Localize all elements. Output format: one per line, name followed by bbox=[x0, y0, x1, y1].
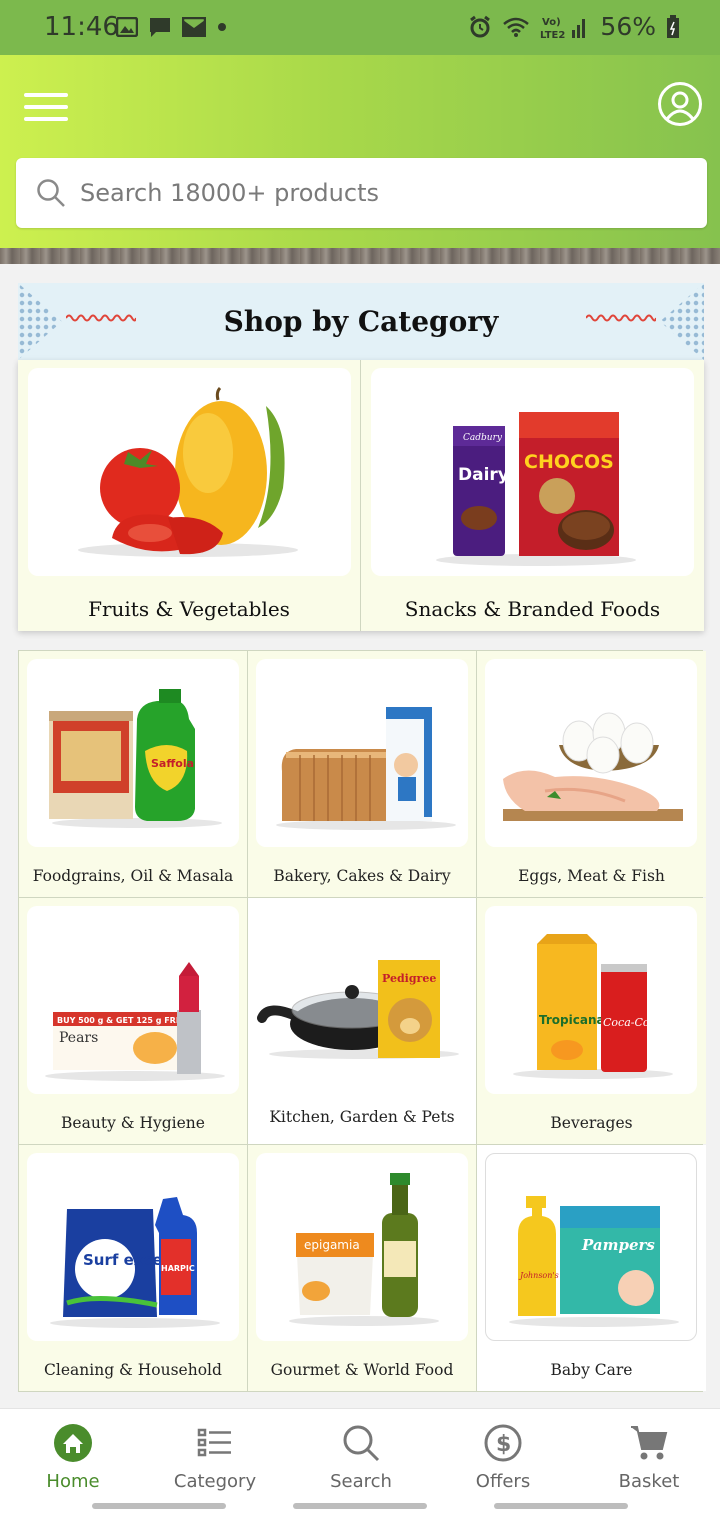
coca-cola-text: Coca-Cola bbox=[603, 1016, 660, 1029]
surf-text: Surf excel bbox=[83, 1251, 168, 1269]
wifi-icon bbox=[503, 17, 530, 37]
app-screen: 11:46 Vo)LTE2 56% Shop b bbox=[0, 0, 720, 1520]
pampers-text: Pampers bbox=[581, 1236, 655, 1254]
gesture-bar-right bbox=[494, 1503, 628, 1509]
beauty-image: BUY 500 g & GET 125 g FREE Pears bbox=[27, 906, 239, 1094]
category-label: Beauty & Hygiene bbox=[61, 1114, 205, 1132]
status-time: 11:46 bbox=[44, 12, 119, 42]
user-profile-icon[interactable] bbox=[658, 82, 702, 126]
nav-basket[interactable]: Basket bbox=[594, 1423, 704, 1503]
dots-decoration-left bbox=[18, 283, 62, 360]
harpic-text: HARPIC bbox=[161, 1264, 195, 1273]
category-grid: Saffola Foodgrains, Oil & Masala Bakery,… bbox=[18, 650, 706, 1392]
cleaning-image: Surf excel HARPIC bbox=[27, 1153, 239, 1341]
gourmet-image: epigamia bbox=[256, 1153, 468, 1341]
nav-label: Search bbox=[330, 1471, 392, 1492]
alarm-icon bbox=[470, 15, 491, 37]
bakery-image bbox=[256, 659, 468, 847]
message-notification-icon bbox=[150, 18, 170, 37]
search-icon bbox=[37, 179, 65, 207]
nav-label: Home bbox=[46, 1471, 100, 1492]
app-header bbox=[0, 55, 720, 250]
category-label: Beverages bbox=[550, 1114, 633, 1132]
shop-by-category-banner: Shop by Category bbox=[18, 283, 704, 360]
hamburger-menu-icon[interactable] bbox=[24, 93, 70, 123]
nav-label: Offers bbox=[475, 1471, 531, 1492]
category-cleaning-household[interactable]: Surf excel HARPIC Cleaning & Household bbox=[19, 1145, 247, 1391]
svg-text:LTE2: LTE2 bbox=[540, 30, 565, 40]
category-beauty-hygiene[interactable]: BUY 500 g & GET 125 g FREE Pears Beauty … bbox=[19, 898, 247, 1144]
featured-categories: Fruits & Vegetables Cadbury Dairy Milk C… bbox=[18, 360, 704, 631]
category-label: Gourmet & World Food bbox=[270, 1361, 454, 1379]
status-bar: 11:46 Vo) LTE2 56% bbox=[0, 0, 720, 55]
pears-offer-text: BUY 500 g & GET 125 g FREE bbox=[57, 1016, 187, 1025]
category-label: Kitchen, Garden & Pets bbox=[269, 1108, 455, 1126]
beverages-image: Tropicana Coca-Cola bbox=[485, 906, 697, 1094]
fruits-vegetables-image bbox=[28, 368, 351, 576]
category-baby-care[interactable]: Pampers Johnson's Baby Care bbox=[477, 1145, 706, 1391]
page-title: Shop by Category bbox=[223, 305, 499, 338]
category-fruits-vegetables[interactable]: Fruits & Vegetables bbox=[18, 360, 361, 631]
dot-notification-icon bbox=[218, 23, 226, 31]
category-foodgrains-oil-masala[interactable]: Saffola Foodgrains, Oil & Masala bbox=[19, 651, 247, 897]
wave-decoration-right bbox=[586, 314, 656, 322]
cadbury-text: Cadbury bbox=[463, 433, 503, 443]
gallery-notification-icon bbox=[116, 17, 138, 37]
category-label: Cleaning & Household bbox=[44, 1361, 222, 1379]
battery-icon bbox=[667, 14, 679, 38]
banner-edge-decoration bbox=[0, 248, 720, 264]
chocos-text: CHOCOS bbox=[524, 451, 614, 473]
mail-notification-icon bbox=[182, 17, 206, 37]
category-kitchen-garden-pets[interactable]: Pedigree Kitchen, Garden & Pets bbox=[248, 898, 476, 1144]
nav-search[interactable]: Search bbox=[306, 1423, 416, 1503]
category-gourmet-world-food[interactable]: epigamia Gourmet & World Food bbox=[248, 1145, 476, 1391]
kitchen-pets-image: Pedigree bbox=[256, 906, 468, 1094]
wave-decoration-left bbox=[66, 314, 136, 322]
pedigree-text: Pedigree bbox=[382, 972, 436, 985]
search-bar[interactable] bbox=[16, 158, 707, 228]
category-label: Foodgrains, Oil & Masala bbox=[32, 867, 234, 885]
svg-text:Vo): Vo) bbox=[542, 17, 561, 28]
search-input[interactable] bbox=[80, 179, 640, 207]
eggs-meat-image bbox=[485, 659, 697, 847]
category-beverages[interactable]: Tropicana Coca-Cola Beverages bbox=[477, 898, 706, 1144]
gesture-bar-center bbox=[293, 1503, 427, 1509]
category-snacks-branded-foods[interactable]: Cadbury Dairy Milk CHOCOS Snacks & Brand… bbox=[361, 360, 704, 631]
home-icon bbox=[54, 1424, 92, 1462]
category-label: Baby Care bbox=[550, 1361, 633, 1379]
lte-signal-icon: Vo) LTE2 bbox=[540, 17, 586, 40]
epigamia-text: epigamia bbox=[304, 1238, 360, 1252]
gesture-bar-left bbox=[92, 1503, 226, 1509]
nav-category[interactable]: Category bbox=[160, 1423, 270, 1503]
johnsons-text: Johnson's bbox=[518, 1271, 559, 1280]
category-eggs-meat-fish[interactable]: Eggs, Meat & Fish bbox=[477, 651, 706, 897]
svg-text:$: $ bbox=[496, 1432, 511, 1457]
battery-percent: 56% bbox=[600, 12, 656, 41]
snacks-branded-foods-image: Cadbury Dairy Milk CHOCOS bbox=[371, 368, 694, 576]
basket-cart-icon bbox=[631, 1426, 668, 1460]
pears-text: Pears bbox=[59, 1030, 98, 1046]
offers-dollar-icon: $ bbox=[484, 1424, 522, 1462]
search-icon bbox=[343, 1425, 380, 1462]
tropicana-text: Tropicana bbox=[539, 1013, 605, 1027]
nav-label: Basket bbox=[618, 1471, 680, 1492]
category-label: Snacks & Branded Foods bbox=[404, 597, 661, 621]
nav-home[interactable]: Home bbox=[18, 1423, 128, 1503]
category-label: Fruits & Vegetables bbox=[88, 597, 290, 621]
category-label: Eggs, Meat & Fish bbox=[518, 867, 665, 885]
foodgrains-image: Saffola bbox=[27, 659, 239, 847]
category-label: Bakery, Cakes & Dairy bbox=[273, 867, 451, 885]
category-bakery-cakes-dairy[interactable]: Bakery, Cakes & Dairy bbox=[248, 651, 476, 897]
category-list-icon bbox=[197, 1428, 231, 1457]
nav-offers[interactable]: $ Offers bbox=[448, 1423, 558, 1503]
nav-label: Category bbox=[173, 1471, 257, 1492]
baby-care-image: Pampers Johnson's bbox=[485, 1153, 697, 1341]
dots-decoration-right bbox=[660, 283, 704, 360]
saffola-text: Saffola bbox=[151, 757, 194, 770]
